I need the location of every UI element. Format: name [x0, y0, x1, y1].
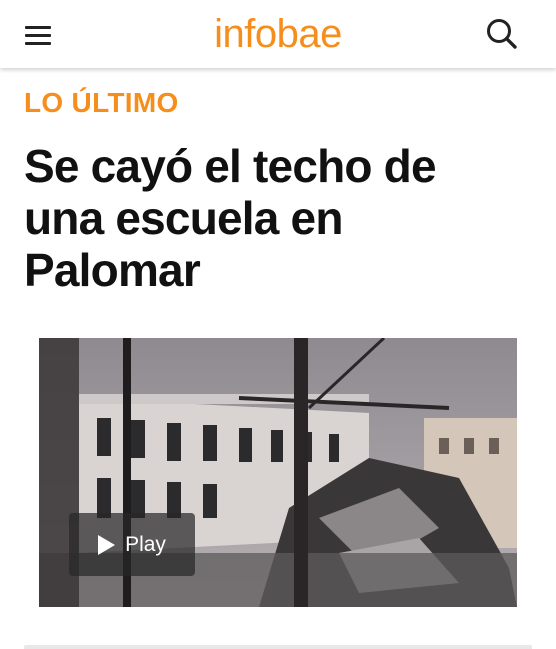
- next-content-divider: [24, 645, 532, 649]
- search-icon[interactable]: [484, 16, 520, 52]
- play-icon: [98, 534, 116, 555]
- site-header: infobae: [0, 0, 556, 68]
- play-label: Play: [125, 532, 166, 556]
- site-logo[interactable]: infobae: [0, 12, 556, 56]
- video-player[interactable]: Play: [39, 338, 517, 607]
- play-button[interactable]: Play: [69, 513, 195, 576]
- section-kicker[interactable]: LO ÚLTIMO: [24, 86, 179, 120]
- article-headline: Se cayó el techo de una escuela en Palom…: [24, 140, 437, 296]
